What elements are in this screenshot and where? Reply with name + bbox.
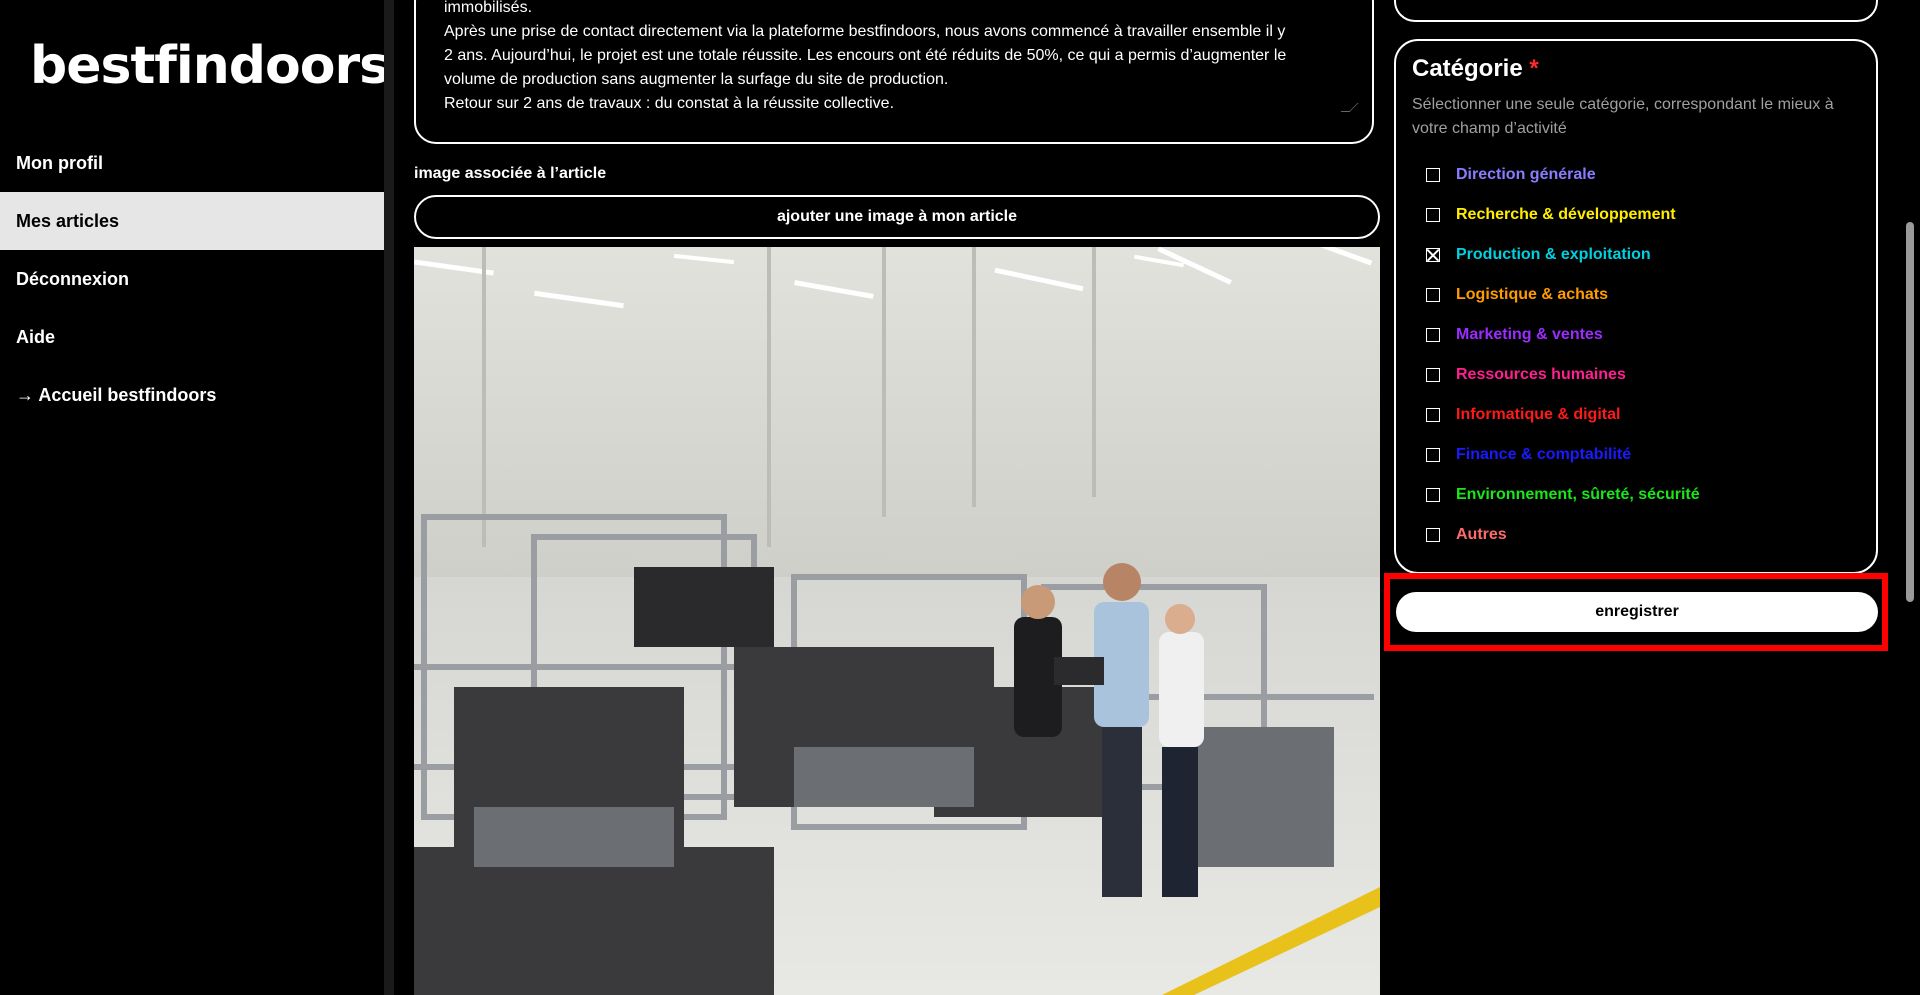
previous-field-card <box>1394 0 1878 22</box>
category-label: Environnement, sûreté, sécurité <box>1456 486 1700 503</box>
category-option[interactable]: Production & exploitation <box>1426 235 1860 275</box>
sidebar-item-profile[interactable]: Mon profil <box>0 134 384 192</box>
category-label: Marketing & ventes <box>1456 326 1603 343</box>
checkbox[interactable] <box>1426 408 1440 422</box>
checkbox[interactable] <box>1426 208 1440 222</box>
checkbox[interactable] <box>1426 448 1440 462</box>
image-label: image associée à l’article <box>414 165 607 182</box>
sidebar-item-help[interactable]: Aide <box>0 308 384 366</box>
category-option[interactable]: Autres <box>1426 515 1860 555</box>
article-body-textarea[interactable]: immobilisés. Après une prise de contact … <box>414 0 1374 144</box>
category-option[interactable]: Logistique & achats <box>1426 275 1860 315</box>
checkbox[interactable] <box>1426 168 1440 182</box>
category-label: Informatique & digital <box>1456 406 1621 423</box>
category-card: Catégorie * Sélectionner une seule catég… <box>1394 39 1878 574</box>
category-option[interactable]: Finance & comptabilité <box>1426 435 1860 475</box>
category-option[interactable]: Direction générale <box>1426 155 1860 195</box>
category-help-text: Sélectionner une seule catégorie, corres… <box>1412 96 1834 137</box>
category-label: Direction générale <box>1456 166 1596 183</box>
sidebar-divider <box>384 0 394 995</box>
text-line: 2 ans. Aujourd’hui, le projet est une to… <box>444 47 1287 64</box>
category-label: Logistique & achats <box>1456 286 1609 303</box>
right-panel: Catégorie * Sélectionner une seule catég… <box>1384 0 1888 995</box>
sidebar-nav: Mon profil Mes articles Déconnexion Aide… <box>0 134 384 424</box>
category-label: Finance & comptabilité <box>1456 446 1632 463</box>
sidebar-item-logout[interactable]: Déconnexion <box>0 250 384 308</box>
category-option[interactable]: Environnement, sûreté, sécurité <box>1426 475 1860 515</box>
page-scrollbar[interactable] <box>1898 0 1920 995</box>
category-label: Recherche & développement <box>1456 206 1676 223</box>
checkbox[interactable] <box>1426 248 1440 262</box>
category-title-text: Catégorie <box>1412 55 1523 82</box>
text-line: Après une prise de contact directement v… <box>444 23 1286 40</box>
category-label: Ressources humaines <box>1456 366 1626 383</box>
category-option[interactable]: Ressources humaines <box>1426 355 1860 395</box>
article-image <box>414 247 1380 995</box>
sidebar-item-home[interactable]: → Accueil bestfindoors <box>0 366 384 424</box>
factory-photo <box>414 247 1380 995</box>
add-image-button[interactable]: ajouter une image à mon article <box>414 195 1380 239</box>
category-option[interactable]: Informatique & digital <box>1426 395 1860 435</box>
checkbox[interactable] <box>1426 328 1440 342</box>
sidebar: bestfindoors Mon profil Mes articles Déc… <box>0 0 390 995</box>
save-button[interactable]: enregistrer <box>1396 592 1878 632</box>
category-label: Production & exploitation <box>1456 246 1651 263</box>
checkbox[interactable] <box>1426 288 1440 302</box>
required-mark: * <box>1529 55 1539 82</box>
brand-logo[interactable]: bestfindoors <box>30 36 390 96</box>
scrollbar-thumb[interactable] <box>1906 222 1914 602</box>
category-label: Autres <box>1456 526 1507 543</box>
category-option[interactable]: Marketing & ventes <box>1426 315 1860 355</box>
text-line: Retour sur 2 ans de travaux : du constat… <box>444 95 895 112</box>
checkbox[interactable] <box>1426 368 1440 382</box>
category-title: Catégorie * <box>1412 55 1860 83</box>
checkbox[interactable] <box>1426 488 1440 502</box>
category-option[interactable]: Recherche & développement <box>1426 195 1860 235</box>
category-list: Direction générale Recherche & développe… <box>1412 155 1860 555</box>
checkbox[interactable] <box>1426 528 1440 542</box>
article-editor: immobilisés. Après une prise de contact … <box>414 0 1380 995</box>
text-line: immobilisés. <box>444 0 533 16</box>
sidebar-item-articles[interactable]: Mes articles <box>0 192 384 250</box>
text-line: volume de production sans augmenter la s… <box>444 71 949 88</box>
